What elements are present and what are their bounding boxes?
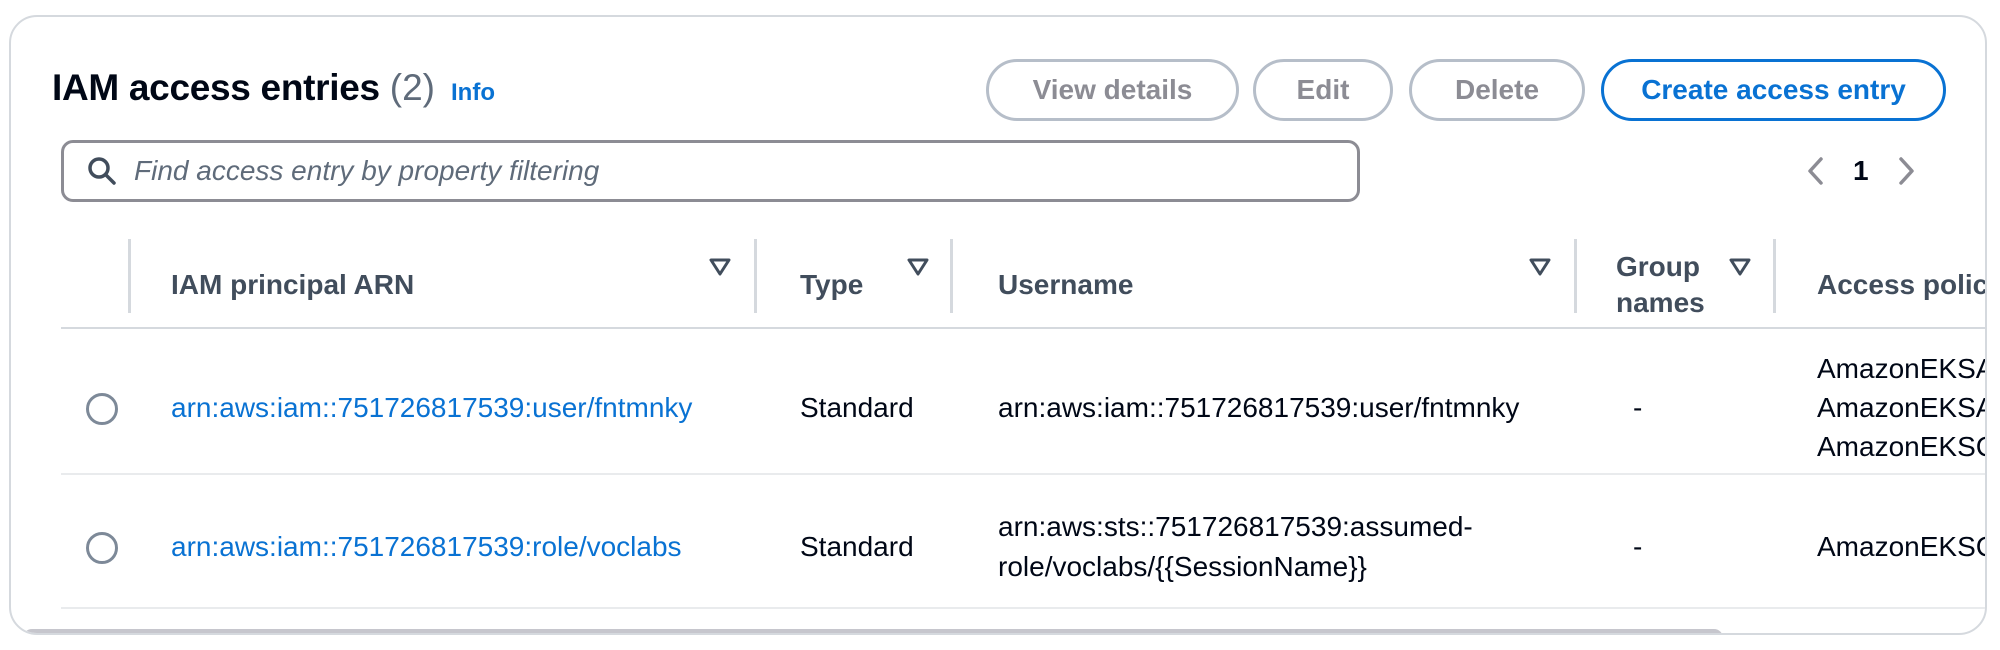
- column-header-type[interactable]: Type: [800, 235, 863, 335]
- row-group-names: -: [1633, 392, 1643, 423]
- create-access-entry-button[interactable]: Create access entry: [1601, 59, 1946, 121]
- sort-caret-down-icon[interactable]: [1729, 257, 1751, 277]
- column-separator[interactable]: [754, 239, 757, 313]
- access-entries-panel: IAM access entries (2) Info View details…: [9, 15, 1987, 635]
- row-username: arn:aws:iam::751726817539:user/fntmnky: [998, 392, 1520, 423]
- row-policy: AmazonEKSC: [1817, 531, 1987, 562]
- header-divider: [61, 327, 1985, 329]
- delete-button[interactable]: Delete: [1409, 59, 1585, 121]
- column-header-arn[interactable]: IAM principal ARN: [171, 235, 414, 335]
- column-separator[interactable]: [950, 239, 953, 313]
- chevron-left-icon[interactable]: [1803, 153, 1829, 189]
- info-link[interactable]: Info: [451, 79, 495, 107]
- page-title: IAM access entries: [52, 67, 380, 108]
- row-policy: AmazonEKSC: [1817, 431, 1987, 462]
- column-header-access-policies[interactable]: Access polici: [1817, 235, 1985, 335]
- row-select-radio[interactable]: [86, 532, 118, 564]
- row-username-line2: role/voclabs/{{SessionName}}: [998, 551, 1367, 582]
- column-header-username[interactable]: Username: [998, 235, 1133, 335]
- column-header-group-line2: names: [1616, 287, 1705, 318]
- panel-header: IAM access entries (2) Info: [52, 67, 495, 123]
- row-divider: [61, 607, 1985, 609]
- row-group-names: -: [1633, 531, 1643, 562]
- current-page[interactable]: 1: [1853, 155, 1869, 187]
- view-details-button[interactable]: View details: [986, 59, 1239, 121]
- entry-count: (2): [389, 67, 436, 108]
- edit-button[interactable]: Edit: [1253, 59, 1393, 121]
- column-header-group-names[interactable]: Group names: [1616, 235, 1705, 335]
- horizontal-scrollbar[interactable]: [23, 629, 1723, 633]
- column-header-group-line1: Group: [1616, 251, 1700, 282]
- search-box[interactable]: [61, 140, 1360, 202]
- row-type: Standard: [800, 392, 914, 423]
- pagination: 1: [1803, 149, 1919, 193]
- column-separator: [128, 239, 131, 313]
- column-separator[interactable]: [1773, 239, 1776, 313]
- search-icon: [88, 157, 116, 185]
- row-divider: [61, 473, 1985, 475]
- sort-caret-down-icon[interactable]: [907, 257, 929, 277]
- search-input[interactable]: [132, 154, 1316, 188]
- row-policy: AmazonEKSA: [1817, 392, 1987, 423]
- chevron-right-icon[interactable]: [1893, 153, 1919, 189]
- sort-caret-down-icon[interactable]: [1529, 257, 1551, 277]
- row-arn-link[interactable]: arn:aws:iam::751726817539:user/fntmnky: [171, 392, 692, 424]
- row-type: Standard: [800, 531, 914, 562]
- row-arn-link[interactable]: arn:aws:iam::751726817539:role/voclabs: [171, 531, 682, 563]
- row-policy: AmazonEKSA: [1817, 353, 1987, 384]
- row-select-radio[interactable]: [86, 393, 118, 425]
- column-separator[interactable]: [1574, 239, 1577, 313]
- row-username-line1: arn:aws:sts::751726817539:assumed-: [998, 511, 1473, 542]
- sort-caret-down-icon[interactable]: [709, 257, 731, 277]
